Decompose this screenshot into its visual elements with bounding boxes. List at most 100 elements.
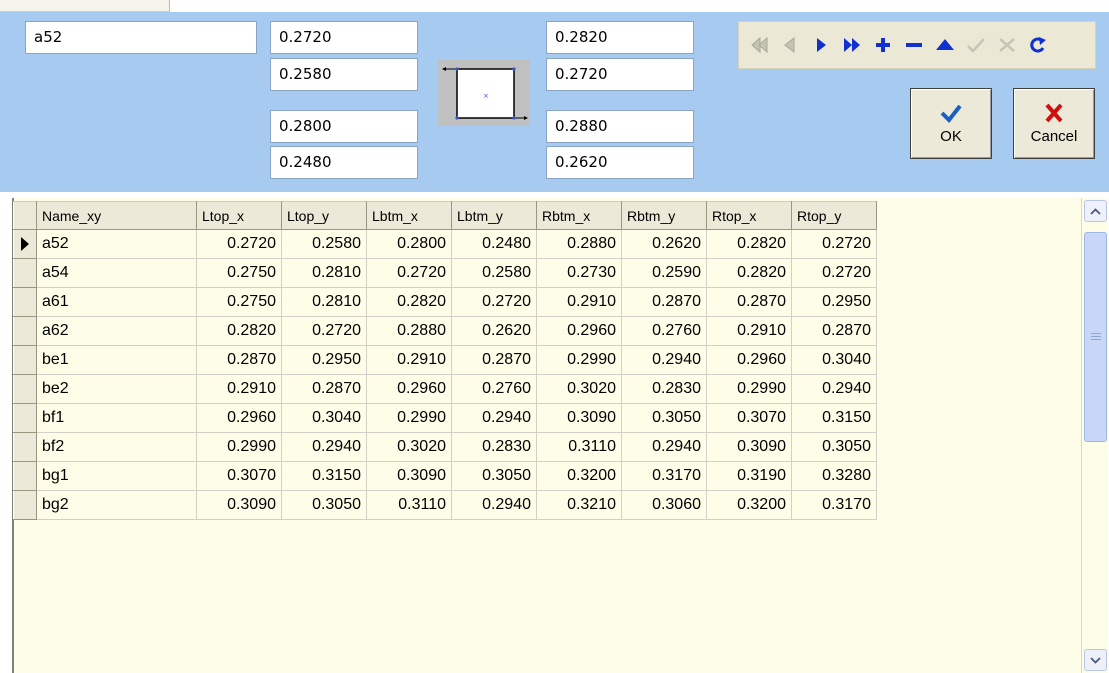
row-indicator[interactable] bbox=[13, 490, 37, 520]
table-row[interactable]: be2 0.2910 0.2870 0.2960 0.2760 0.3020 0.2830 0… bbox=[13, 374, 877, 404]
cell-lbtm-x[interactable]: 0.3020 bbox=[366, 432, 452, 462]
cancel-edit-icon[interactable] bbox=[991, 27, 1022, 63]
cell-name[interactable]: be1 bbox=[36, 345, 197, 375]
cell-name[interactable]: a54 bbox=[36, 258, 197, 288]
last-record-icon[interactable] bbox=[836, 27, 867, 63]
cell-rbtm-x[interactable]: 0.3110 bbox=[536, 432, 622, 462]
cell-rbtm-x[interactable]: 0.2960 bbox=[536, 316, 622, 346]
cell-ltop-x[interactable]: 0.2960 bbox=[196, 403, 282, 433]
cell-lbtm-x[interactable]: 0.2720 bbox=[366, 258, 452, 288]
cell-name[interactable]: a52 bbox=[36, 229, 197, 259]
cell-lbtm-x[interactable]: 0.2880 bbox=[366, 316, 452, 346]
row-indicator[interactable] bbox=[13, 258, 37, 288]
cell-lbtm-y[interactable]: 0.2620 bbox=[451, 316, 537, 346]
row-indicator[interactable] bbox=[13, 432, 37, 462]
cell-rbtm-y[interactable]: 0.2940 bbox=[621, 345, 707, 375]
cell-ltop-y[interactable]: 0.3050 bbox=[281, 490, 367, 520]
row-indicator[interactable] bbox=[13, 461, 37, 491]
cell-rbtm-y[interactable]: 0.2830 bbox=[621, 374, 707, 404]
cell-rtop-y[interactable]: 0.2870 bbox=[791, 316, 877, 346]
table-row[interactable]: bf1 0.2960 0.3040 0.2990 0.2940 0.3090 0.3050 0… bbox=[13, 403, 877, 433]
cell-lbtm-y[interactable]: 0.2760 bbox=[451, 374, 537, 404]
table-row[interactable]: a52 0.2720 0.2580 0.2800 0.2480 0.2880 0.2620 0… bbox=[13, 229, 877, 259]
refresh-icon[interactable] bbox=[1022, 27, 1053, 63]
prior-record-icon[interactable] bbox=[774, 27, 805, 63]
cell-rbtm-x[interactable]: 0.2730 bbox=[536, 258, 622, 288]
table-row[interactable]: bg1 0.3070 0.3150 0.3090 0.3050 0.3200 0.3170 0… bbox=[13, 461, 877, 491]
cell-rtop-y[interactable]: 0.3170 bbox=[791, 490, 877, 520]
cell-rbtm-y[interactable]: 0.3060 bbox=[621, 490, 707, 520]
cell-ltop-x[interactable]: 0.3090 bbox=[196, 490, 282, 520]
cell-lbtm-x[interactable]: 0.2960 bbox=[366, 374, 452, 404]
cell-name[interactable]: bg2 bbox=[36, 490, 197, 520]
table-row[interactable]: bg2 0.3090 0.3050 0.3110 0.2940 0.3210 0.3060 0… bbox=[13, 490, 877, 520]
cell-lbtm-y[interactable]: 0.2480 bbox=[451, 229, 537, 259]
cell-lbtm-y[interactable]: 0.2940 bbox=[451, 490, 537, 520]
col-header-rtop-x[interactable]: Rtop_x bbox=[706, 201, 792, 230]
scroll-thumb[interactable] bbox=[1084, 232, 1107, 442]
cell-rbtm-y[interactable]: 0.3170 bbox=[621, 461, 707, 491]
col-header-ltop-x[interactable]: Ltop_x bbox=[196, 201, 282, 230]
ok-button[interactable]: OK bbox=[910, 88, 992, 159]
cell-name[interactable]: bf1 bbox=[36, 403, 197, 433]
cell-rbtm-y[interactable]: 0.3050 bbox=[621, 403, 707, 433]
cell-ltop-x[interactable]: 0.2870 bbox=[196, 345, 282, 375]
cell-rtop-y[interactable]: 0.2940 bbox=[791, 374, 877, 404]
table-row[interactable]: a61 0.2750 0.2810 0.2820 0.2720 0.2910 0.2870 0… bbox=[13, 287, 877, 317]
cell-ltop-y[interactable]: 0.3150 bbox=[281, 461, 367, 491]
cell-ltop-y[interactable]: 0.2950 bbox=[281, 345, 367, 375]
cell-name[interactable]: bg1 bbox=[36, 461, 197, 491]
scroll-down-button[interactable] bbox=[1084, 649, 1107, 671]
col-header-name-xy[interactable]: Name_xy bbox=[36, 201, 197, 230]
cell-rtop-y[interactable]: 0.2720 bbox=[791, 229, 877, 259]
cell-rbtm-x[interactable]: 0.2910 bbox=[536, 287, 622, 317]
cell-rbtm-y[interactable]: 0.2620 bbox=[621, 229, 707, 259]
cell-rtop-y[interactable]: 0.3150 bbox=[791, 403, 877, 433]
cell-ltop-x[interactable]: 0.2910 bbox=[196, 374, 282, 404]
row-indicator[interactable] bbox=[13, 229, 37, 259]
edit-record-icon[interactable] bbox=[929, 27, 960, 63]
cell-rtop-y[interactable]: 0.2950 bbox=[791, 287, 877, 317]
cell-ltop-y[interactable]: 0.2810 bbox=[281, 287, 367, 317]
cell-rtop-x[interactable]: 0.2990 bbox=[706, 374, 792, 404]
cell-ltop-x[interactable]: 0.2820 bbox=[196, 316, 282, 346]
lbtm-y-field[interactable]: 0.2480 bbox=[270, 146, 418, 179]
col-header-rbtm-x[interactable]: Rbtm_x bbox=[536, 201, 622, 230]
cell-lbtm-y[interactable]: 0.2720 bbox=[451, 287, 537, 317]
cell-ltop-y[interactable]: 0.2940 bbox=[281, 432, 367, 462]
cell-rtop-x[interactable]: 0.2870 bbox=[706, 287, 792, 317]
delete-record-icon[interactable] bbox=[898, 27, 929, 63]
cell-rbtm-x[interactable]: 0.3200 bbox=[536, 461, 622, 491]
cell-lbtm-y[interactable]: 0.3050 bbox=[451, 461, 537, 491]
cell-rbtm-y[interactable]: 0.2760 bbox=[621, 316, 707, 346]
name-xy-field[interactable]: a52 bbox=[25, 21, 257, 54]
cell-rtop-y[interactable]: 0.3280 bbox=[791, 461, 877, 491]
cell-lbtm-x[interactable]: 0.2990 bbox=[366, 403, 452, 433]
cell-rbtm-x[interactable]: 0.3210 bbox=[536, 490, 622, 520]
cell-ltop-x[interactable]: 0.2750 bbox=[196, 287, 282, 317]
col-header-lbtm-y[interactable]: Lbtm_y bbox=[451, 201, 537, 230]
cell-rtop-x[interactable]: 0.3090 bbox=[706, 432, 792, 462]
row-indicator[interactable] bbox=[13, 374, 37, 404]
cell-lbtm-y[interactable]: 0.2870 bbox=[451, 345, 537, 375]
rtop-x-field[interactable]: 0.2820 bbox=[546, 21, 694, 54]
cell-lbtm-y[interactable]: 0.2580 bbox=[451, 258, 537, 288]
cell-ltop-y[interactable]: 0.2870 bbox=[281, 374, 367, 404]
cell-ltop-x[interactable]: 0.2990 bbox=[196, 432, 282, 462]
row-indicator[interactable] bbox=[13, 403, 37, 433]
rbtm-y-field[interactable]: 0.2620 bbox=[546, 146, 694, 179]
cell-rbtm-y[interactable]: 0.2590 bbox=[621, 258, 707, 288]
cell-rtop-y[interactable]: 0.3050 bbox=[791, 432, 877, 462]
cell-rbtm-x[interactable]: 0.3090 bbox=[536, 403, 622, 433]
first-record-icon[interactable] bbox=[743, 27, 774, 63]
cell-rtop-x[interactable]: 0.2820 bbox=[706, 258, 792, 288]
scroll-up-button[interactable] bbox=[1084, 200, 1107, 222]
insert-record-icon[interactable] bbox=[867, 27, 898, 63]
cell-lbtm-x[interactable]: 0.2800 bbox=[366, 229, 452, 259]
post-edit-icon[interactable] bbox=[960, 27, 991, 63]
col-header-rbtm-y[interactable]: Rbtm_y bbox=[621, 201, 707, 230]
lbtm-x-field[interactable]: 0.2800 bbox=[270, 110, 418, 143]
cell-ltop-y[interactable]: 0.2810 bbox=[281, 258, 367, 288]
vertical-scrollbar[interactable] bbox=[1081, 198, 1108, 673]
cell-rbtm-x[interactable]: 0.2990 bbox=[536, 345, 622, 375]
